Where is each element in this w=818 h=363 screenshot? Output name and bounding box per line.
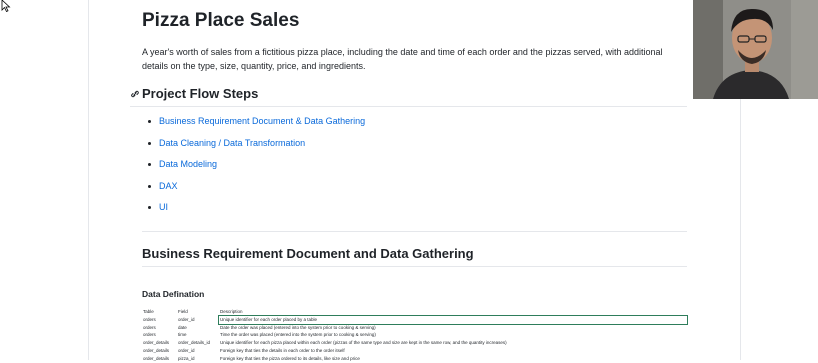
table-cell: time xyxy=(178,332,187,338)
data-definition-heading: Data Defination xyxy=(142,289,205,299)
table-cell: order_details_id xyxy=(178,340,211,346)
table-cell: Unique identifier for each pizza placed … xyxy=(220,340,507,346)
table-header-cell: Table xyxy=(143,309,154,314)
table-cell: order_id xyxy=(178,316,195,322)
left-gutter xyxy=(0,0,89,360)
flow-step-link[interactable]: DAX xyxy=(159,181,178,191)
presenter-video-icon xyxy=(693,0,818,99)
table-row: order_details order_id Foreign key that … xyxy=(142,347,687,355)
list-item: Data Cleaning / Data Transformation xyxy=(142,133,442,155)
table-cell: orders xyxy=(143,332,156,338)
table-header-cell: Description xyxy=(220,309,243,314)
list-item: UI xyxy=(142,197,442,219)
divider xyxy=(142,266,687,267)
flow-steps-list: Business Requirement Document & Data Gat… xyxy=(142,111,442,219)
data-definition-table: Table Field Description orders order_id … xyxy=(142,308,688,363)
list-item: Business Requirement Document & Data Gat… xyxy=(142,111,442,133)
table-row: orders date Date the order was placed (e… xyxy=(142,324,687,332)
divider xyxy=(142,231,687,232)
list-item: Data Modeling xyxy=(142,154,442,176)
table-cell: Unique identifier for each order placed … xyxy=(218,314,688,325)
table-header-row: Table Field Description xyxy=(142,308,687,316)
table-cell: pizza_id xyxy=(178,355,195,361)
table-cell: Time the order was placed (entered into … xyxy=(220,332,376,338)
page-title: Pizza Place Sales xyxy=(142,10,300,31)
flow-step-link[interactable]: Data Cleaning / Data Transformation xyxy=(159,138,305,148)
table-cell: orders xyxy=(143,316,156,322)
table-cell: order_details xyxy=(143,355,170,361)
flow-heading-row: Project Flow Steps xyxy=(130,86,687,107)
table-cell: date xyxy=(178,324,187,330)
table-cell: Foreign key that ties the pizza ordered … xyxy=(220,355,360,361)
table-cell: order_details xyxy=(143,347,170,353)
table-row: order_details pizza_id Foreign key that … xyxy=(142,355,687,363)
project-description: A year's worth of sales from a fictitiou… xyxy=(142,47,663,71)
table-cell: Date the order was placed (entered into … xyxy=(220,324,376,330)
table-cell: order_details xyxy=(143,340,170,346)
table-row: order_details order_details_id Unique id… xyxy=(142,339,687,347)
flow-steps-heading: Project Flow Steps xyxy=(142,86,259,101)
flow-step-link[interactable]: Business Requirement Document & Data Gat… xyxy=(159,116,365,126)
section-heading: Business Requirement Document and Data G… xyxy=(142,246,474,261)
flow-step-link[interactable]: Data Modeling xyxy=(159,159,217,169)
table-header-cell: Field xyxy=(178,309,188,314)
anchor-link-icon[interactable] xyxy=(130,89,140,99)
table-row: orders time Time the order was placed (e… xyxy=(142,331,687,339)
flow-step-link[interactable]: UI xyxy=(159,202,168,212)
table-cell: order_id xyxy=(178,347,195,353)
table-cell: Foreign key that ties the details in eac… xyxy=(220,347,345,353)
mouse-pointer-icon xyxy=(1,0,11,12)
webcam-overlay xyxy=(693,0,818,99)
table-cell: orders xyxy=(143,324,156,330)
table-row: orders order_id Unique identifier for ea… xyxy=(142,314,688,325)
list-item: DAX xyxy=(142,176,442,198)
